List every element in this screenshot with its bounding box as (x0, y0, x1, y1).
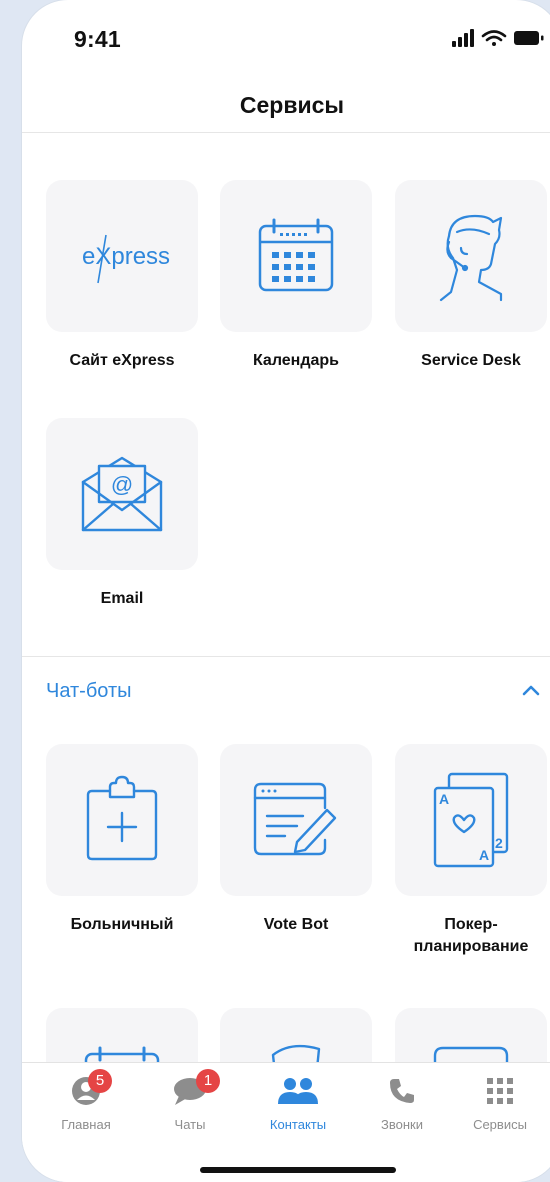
tab-bar: 5 Главная 1 Чаты Контакты Звонки Сервисы (22, 1062, 550, 1182)
tile-icon-box: eXpress (46, 180, 198, 332)
flag-icon (271, 1044, 321, 1063)
phone-icon (390, 1079, 414, 1103)
tab-home[interactable]: 5 Главная (32, 1069, 140, 1132)
chevron-up-icon[interactable] (522, 683, 540, 697)
svg-text:2: 2 (495, 835, 503, 851)
poker-cards-icon: A A 2 (433, 772, 509, 868)
svg-text:A: A (479, 847, 489, 863)
tab-chats[interactable]: 1 Чаты (136, 1069, 244, 1132)
vote-bot-icon (253, 782, 337, 856)
svg-text:@: @ (111, 472, 133, 497)
bot-tile-poker-planning[interactable]: A A 2 Покер- планирование (395, 744, 547, 958)
bot-tile-sick-leave[interactable]: Больничный (46, 744, 198, 936)
calendar-icon (84, 1046, 160, 1063)
tab-label: Звонки (381, 1117, 423, 1132)
status-time: 9:41 (74, 26, 121, 52)
home-indicator[interactable] (200, 1167, 396, 1173)
service-tile-email[interactable]: @ Email (46, 418, 198, 610)
bot-tile-partial-1[interactable] (46, 1008, 198, 1063)
tile-icon-box (395, 180, 547, 332)
bot-label-line2: планирование (413, 938, 529, 955)
section-title-chatbots[interactable]: Чат-боты (46, 680, 132, 703)
tile-icon-box (220, 744, 372, 896)
tile-icon-box (220, 1008, 372, 1063)
svg-text:A: A (439, 791, 449, 807)
service-label: Сайт eXpress (69, 352, 175, 369)
page-title: Сервисы (239, 92, 345, 118)
bot-window-icon (433, 1046, 509, 1063)
bot-tile-vote-bot[interactable]: Vote Bot (220, 744, 372, 936)
grid-icon (487, 1078, 513, 1104)
services-content[interactable]: eXpress Сайт eXpress Календарь Service D… (22, 133, 550, 1063)
tab-label: Чаты (174, 1117, 206, 1132)
status-bar: 9:41 (22, 0, 550, 72)
tab-contacts[interactable]: Контакты (244, 1071, 352, 1132)
contacts-icon (278, 1078, 318, 1104)
service-label: Service Desk (421, 352, 521, 369)
chats-badge: 1 (196, 1069, 220, 1093)
bot-tile-partial-3[interactable] (395, 1008, 547, 1063)
service-label: Календарь (252, 352, 340, 369)
service-tile-calendar[interactable]: Календарь (220, 180, 372, 372)
tab-label: Главная (61, 1117, 111, 1132)
tile-icon-box (46, 1008, 198, 1063)
service-label: Email (100, 590, 144, 607)
bot-label: Vote Bot (263, 916, 329, 933)
tile-icon-box (220, 180, 372, 332)
bot-label-line1: Покер- (444, 916, 498, 933)
page-header: Сервисы (22, 72, 550, 133)
tab-services[interactable]: Сервисы (446, 1071, 550, 1132)
tab-label: Контакты (269, 1117, 327, 1132)
tile-icon-box: @ (46, 418, 198, 570)
signal-icon (452, 29, 474, 47)
battery-icon (514, 31, 544, 45)
support-agent-icon (439, 214, 503, 302)
sick-leave-icon (86, 775, 158, 861)
service-tile-express[interactable]: eXpress Сайт eXpress (46, 180, 198, 372)
home-badge: 5 (88, 1069, 112, 1093)
tab-calls[interactable]: Звонки (348, 1071, 456, 1132)
express-logo-icon: eXpress (82, 234, 170, 284)
section-divider (22, 656, 550, 657)
bot-label: Покер- планирование (395, 914, 547, 958)
calendar-icon (258, 218, 334, 292)
bot-tile-partial-2[interactable] (220, 1008, 372, 1063)
tab-label: Сервисы (473, 1117, 527, 1132)
wifi-icon (481, 30, 507, 46)
email-icon: @ (81, 456, 163, 532)
tile-icon-box (46, 744, 198, 896)
tile-icon-box: A A 2 (395, 744, 547, 896)
svg-text:eXpress: eXpress (82, 243, 170, 270)
status-icons (452, 29, 544, 47)
service-tile-service-desk[interactable]: Service Desk (395, 180, 547, 372)
tile-icon-box (395, 1008, 547, 1063)
phone-screen: 9:41 Сервисы eXpress Сайт eXpress Календ… (22, 0, 550, 1182)
bot-label: Больничный (70, 916, 174, 933)
